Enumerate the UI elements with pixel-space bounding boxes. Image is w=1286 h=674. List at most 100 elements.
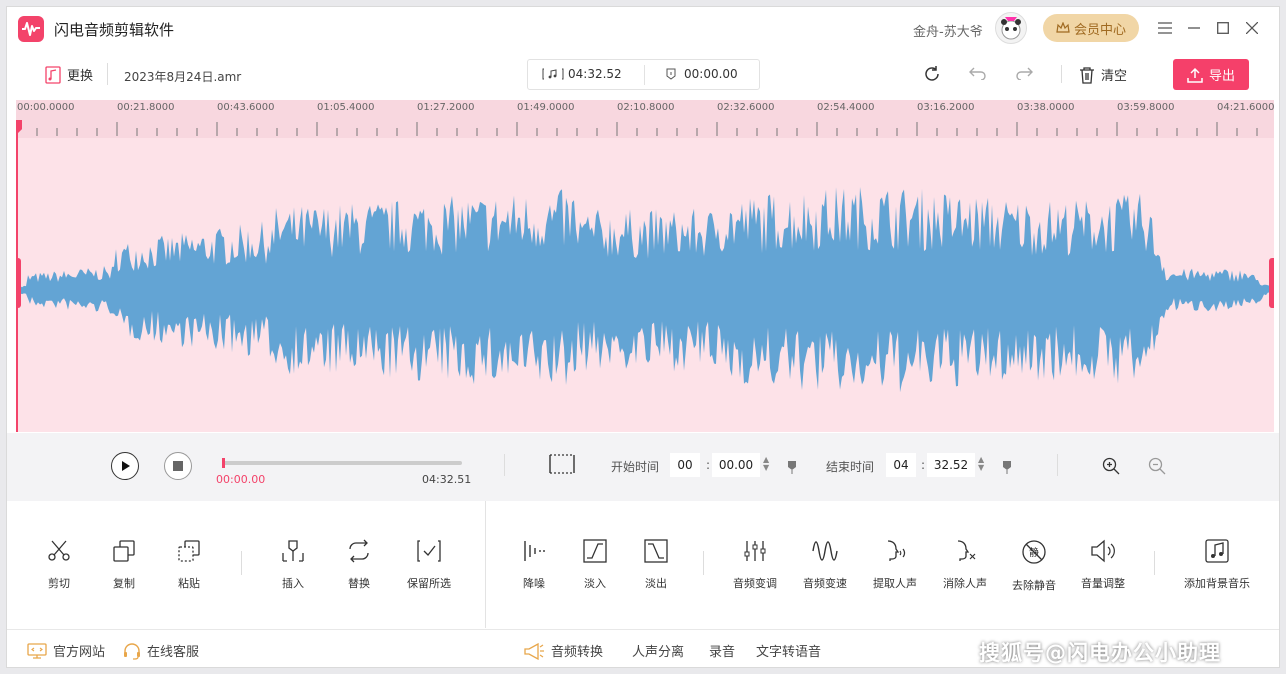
trash-icon bbox=[1080, 66, 1094, 84]
redo-icon bbox=[1016, 67, 1033, 80]
remove-silence-tool[interactable]: 静 去除静音 bbox=[994, 539, 1074, 593]
monitor-icon bbox=[27, 642, 47, 659]
ruler-label: 02:10.8000 bbox=[617, 102, 675, 113]
pitch-tool[interactable]: 音频变调 bbox=[715, 539, 795, 591]
app-title: 闪电音频剪辑软件 bbox=[54, 21, 175, 39]
ruler-label: 03:16.2000 bbox=[917, 102, 975, 113]
duration-icon bbox=[542, 68, 564, 80]
convert-link[interactable]: 音频转换 bbox=[523, 641, 603, 660]
svg-text:静: 静 bbox=[1029, 546, 1039, 559]
crown-icon bbox=[1056, 22, 1070, 33]
playbar-divider bbox=[504, 454, 505, 476]
start-spinner-icon[interactable]: ▲ ▼ bbox=[763, 456, 769, 472]
time-display: 04:32.52 00:00.00 bbox=[527, 59, 760, 90]
volume-label: 音量调整 bbox=[1081, 577, 1125, 590]
speaker-icon bbox=[1091, 539, 1115, 563]
export-icon bbox=[1187, 67, 1203, 83]
select-range-icon[interactable] bbox=[549, 454, 575, 478]
end-minute-input[interactable]: 04 bbox=[886, 453, 916, 477]
fade-out-tool[interactable]: 淡出 bbox=[616, 539, 696, 591]
replace-tool[interactable]: 替换 bbox=[319, 539, 399, 591]
ruler-label: 02:54.4000 bbox=[817, 102, 875, 113]
mute-circle-icon: 静 bbox=[1022, 540, 1046, 564]
equalizer-icon bbox=[744, 541, 766, 561]
fade-in-icon bbox=[583, 539, 607, 563]
avatar[interactable] bbox=[995, 12, 1027, 44]
end-second-input[interactable]: 32.52 bbox=[927, 453, 975, 477]
app-window: 闪电音频剪辑软件 金舟-苏大爷 会员中心 更换 2023年8月24日.amr 0… bbox=[6, 6, 1280, 668]
speed-label: 音频变速 bbox=[803, 577, 847, 590]
watermark: 搜狐号@闪电办公小助理 bbox=[979, 641, 1221, 665]
zoom-out-icon[interactable] bbox=[1148, 457, 1166, 479]
speed-tool[interactable]: 音频变速 bbox=[785, 539, 865, 591]
start-pin-icon[interactable] bbox=[787, 459, 797, 478]
toolbar-divider bbox=[107, 63, 108, 85]
fade-out-label: 淡出 bbox=[645, 577, 667, 590]
replace-file-button[interactable]: 更换 bbox=[45, 65, 93, 84]
play-button[interactable] bbox=[111, 452, 139, 480]
zoom-in-icon[interactable] bbox=[1102, 457, 1120, 479]
minimize-icon[interactable] bbox=[1185, 19, 1203, 37]
wave-icon bbox=[812, 541, 838, 561]
ruler-label: 00:43.6000 bbox=[217, 102, 275, 113]
support-link[interactable]: 在线客服 bbox=[123, 641, 199, 660]
maximize-icon[interactable] bbox=[1214, 19, 1232, 37]
start-minute-input[interactable]: 00 bbox=[670, 453, 700, 477]
refresh-button[interactable] bbox=[923, 65, 941, 83]
close-icon[interactable] bbox=[1243, 19, 1261, 37]
website-label: 官方网站 bbox=[53, 645, 106, 660]
waveform-editor[interactable]: 00:00.0000 00:21.8000 00:43.6000 01:05.4000… bbox=[16, 100, 1274, 432]
total-time: 04:32.51 bbox=[422, 473, 472, 486]
voice-remove-icon bbox=[957, 540, 976, 561]
undo-button[interactable] bbox=[969, 66, 987, 80]
selection-end-handle[interactable] bbox=[1269, 258, 1274, 308]
extract-voice-tool[interactable]: 提取人声 bbox=[855, 539, 935, 591]
progress-handle[interactable] bbox=[222, 458, 225, 468]
selection-start-handle[interactable] bbox=[16, 258, 21, 308]
record-link[interactable]: 录音 bbox=[709, 641, 735, 660]
end-spinner-icon[interactable]: ▲ ▼ bbox=[978, 456, 984, 472]
current-time: 00:00.00 bbox=[216, 473, 266, 486]
ruler-label: 03:59.8000 bbox=[1117, 102, 1175, 113]
headset-icon bbox=[124, 642, 140, 660]
colon: : bbox=[706, 458, 711, 472]
tool-divider bbox=[703, 551, 704, 575]
remove-voice-label: 消除人声 bbox=[943, 577, 987, 590]
vip-center-button[interactable]: 会员中心 bbox=[1043, 14, 1139, 42]
add-bgm-tool[interactable]: 添加背景音乐 bbox=[1177, 539, 1257, 591]
user-name[interactable]: 金舟-苏大爷 bbox=[913, 21, 983, 40]
playback-progress[interactable] bbox=[222, 458, 462, 468]
cursor-marker-icon bbox=[666, 68, 676, 80]
playbar-divider bbox=[1057, 454, 1058, 476]
export-label: 导出 bbox=[1208, 69, 1235, 84]
export-button[interactable]: 导出 bbox=[1173, 59, 1249, 90]
megaphone-icon bbox=[524, 642, 544, 660]
toolbar-divider bbox=[1061, 65, 1062, 83]
keep-selection-tool[interactable]: 保留所选 bbox=[389, 539, 469, 591]
paste-tool[interactable]: 粘贴 bbox=[149, 539, 229, 591]
tts-link[interactable]: 文字转语音 bbox=[756, 641, 821, 660]
stop-icon bbox=[173, 461, 183, 471]
clear-button[interactable]: 清空 bbox=[1079, 65, 1127, 84]
ruler-label: 00:21.8000 bbox=[117, 102, 175, 113]
redo-button[interactable] bbox=[1015, 66, 1033, 80]
separate-link[interactable]: 人声分离 bbox=[632, 641, 684, 660]
website-link[interactable]: 官方网站 bbox=[27, 641, 105, 660]
file-name: 2023年8月24日.amr bbox=[124, 70, 242, 84]
start-second-input[interactable]: 00.00 bbox=[712, 453, 760, 477]
keep-selection-label: 保留所选 bbox=[407, 577, 451, 590]
insert-icon bbox=[282, 540, 304, 562]
ruler-label: 04:21.6000 bbox=[1217, 102, 1274, 113]
ruler-label: 01:05.4000 bbox=[317, 102, 375, 113]
scissors-icon bbox=[48, 540, 70, 561]
end-pin-icon[interactable] bbox=[1002, 459, 1012, 478]
paste-icon bbox=[178, 540, 200, 562]
remove-voice-tool[interactable]: 消除人声 bbox=[925, 539, 1005, 591]
stop-button[interactable] bbox=[164, 452, 192, 480]
replace-tool-label: 替换 bbox=[348, 577, 370, 590]
undo-icon bbox=[969, 67, 986, 80]
volume-tool[interactable]: 音量调整 bbox=[1063, 539, 1143, 591]
menu-icon[interactable] bbox=[1156, 19, 1174, 37]
check-bracket-icon bbox=[417, 540, 441, 562]
waveform[interactable] bbox=[16, 138, 1274, 432]
